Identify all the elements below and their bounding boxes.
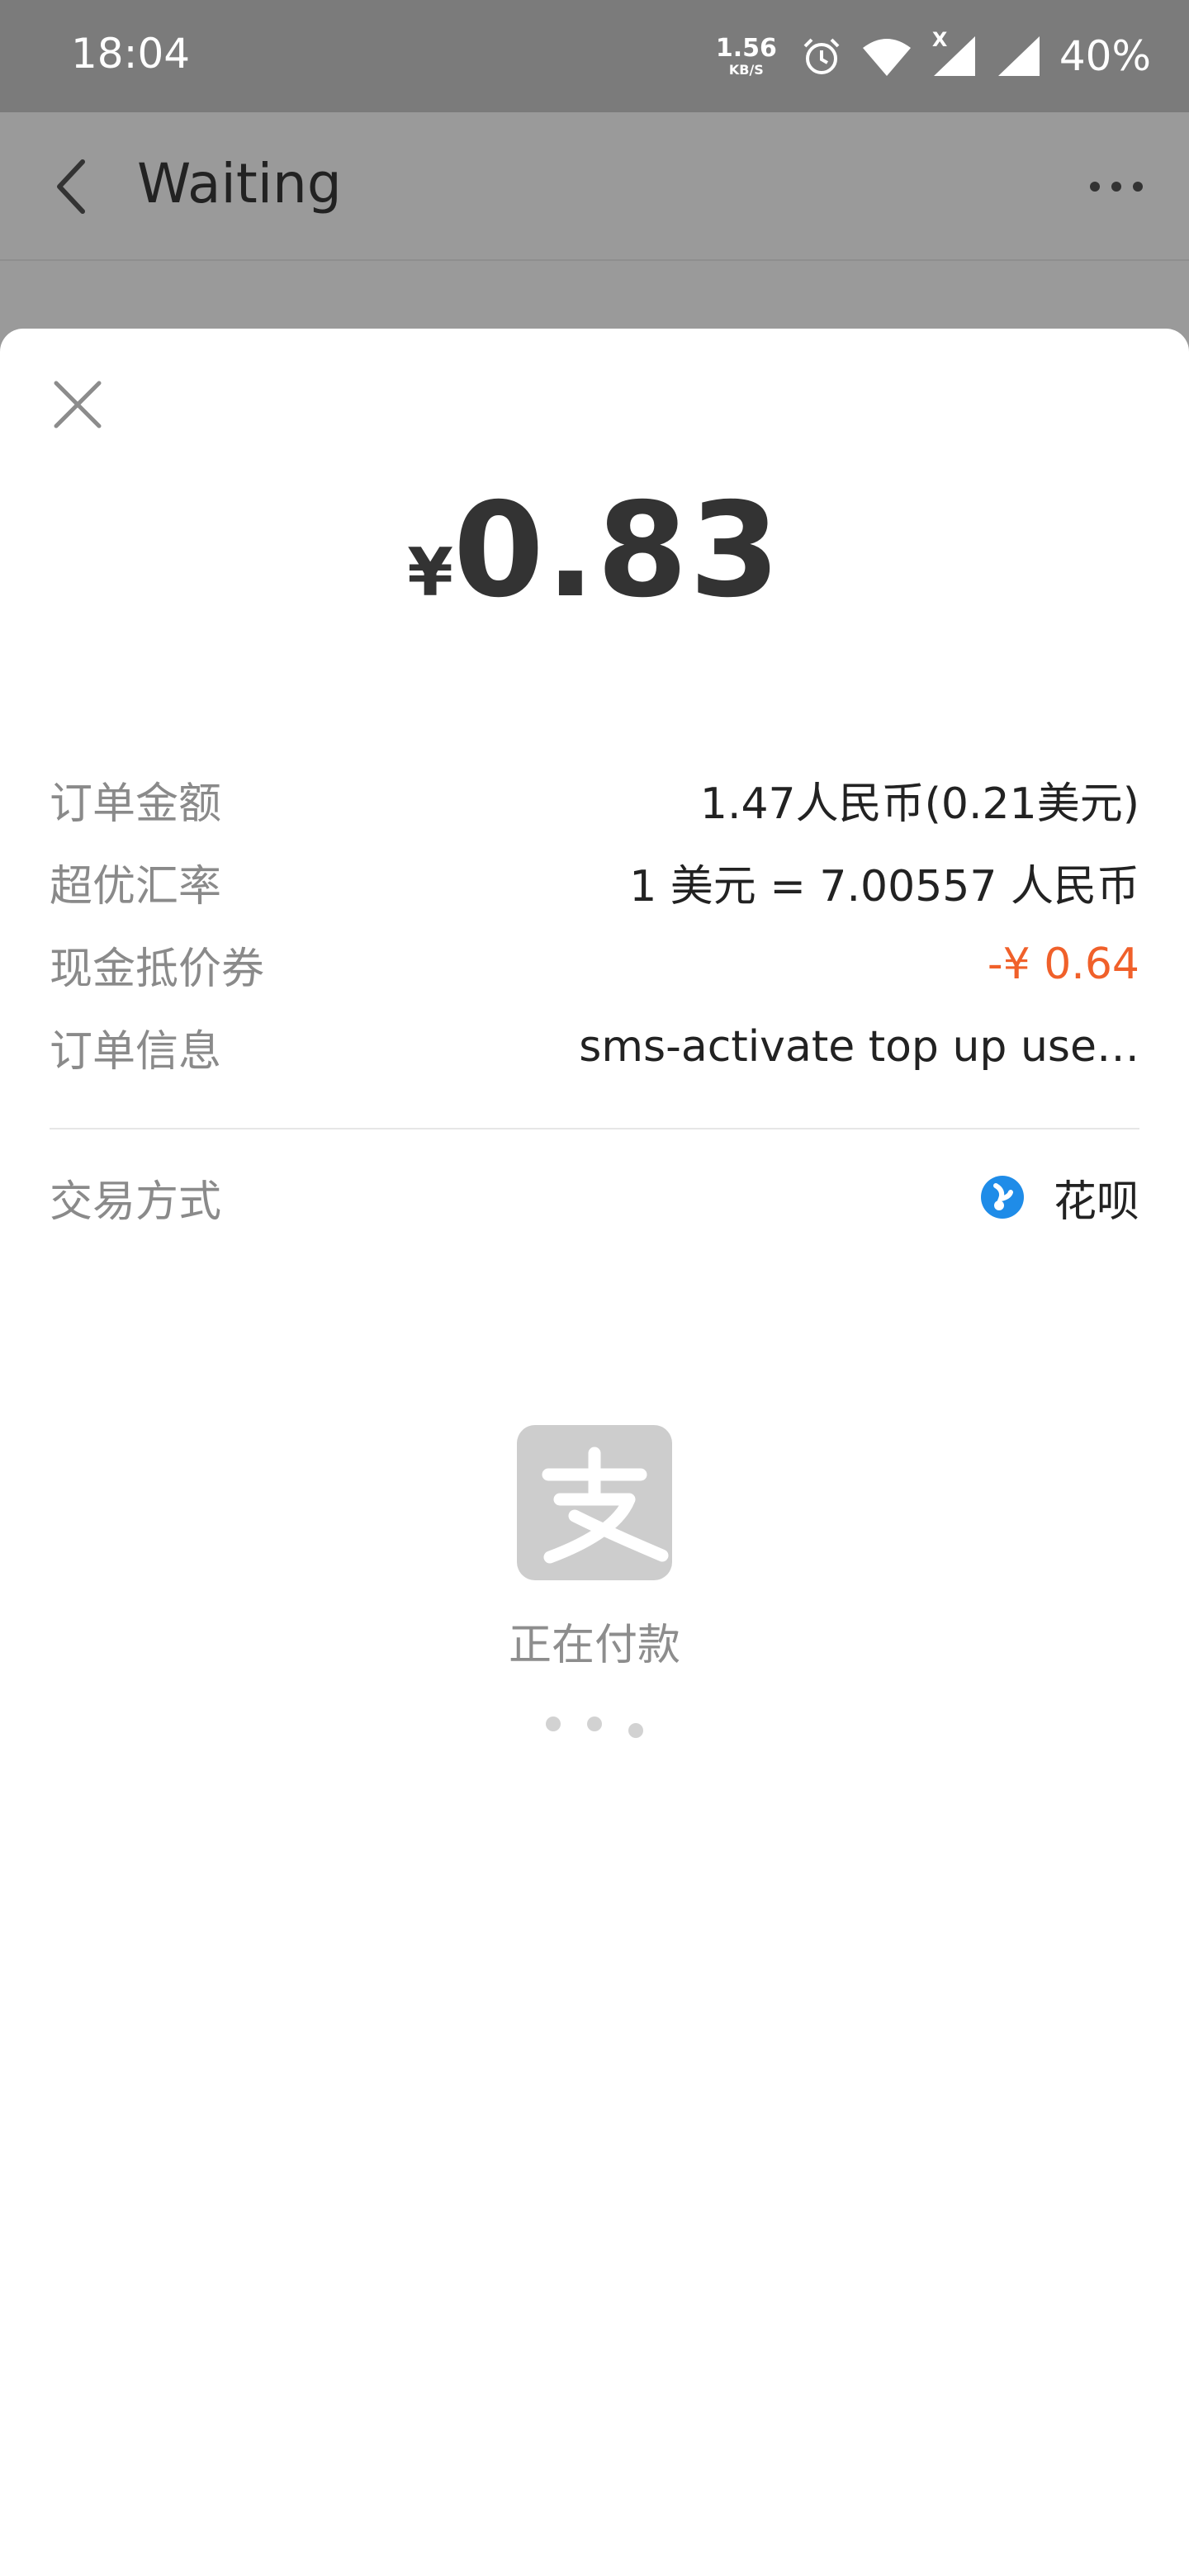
status-icons: 1.56 KB/S X 40% (716, 25, 1151, 88)
divider (50, 1128, 1139, 1129)
detail-label: 超优汇率 (50, 861, 222, 912)
signal-icon (997, 36, 1040, 76)
loading-dots-icon (546, 1717, 643, 1738)
detail-label: 订单金额 (50, 779, 222, 829)
app-bar: Waiting (0, 112, 1189, 261)
no-service-badge: X (931, 28, 948, 51)
detail-value: 1 美元 = 7.00557 人民币 (629, 861, 1139, 912)
currency-symbol: ¥ (407, 534, 453, 611)
payment-method-value: 花呗 (979, 1167, 1139, 1229)
more-icon[interactable] (1087, 170, 1146, 203)
battery-percent: 40% (1059, 32, 1151, 80)
cellular-signal-x: X (931, 28, 977, 78)
payment-method-label: 交易方式 (50, 1177, 222, 1227)
payment-amount: ¥0.83 (0, 485, 1189, 616)
alarm-icon (803, 38, 840, 74)
discount-value: -¥ 0.64 (987, 940, 1139, 989)
amount-value: 0.83 (452, 475, 782, 627)
detail-value: sms-activate top up use… (579, 1022, 1139, 1072)
huabei-icon (980, 1176, 1024, 1219)
chevron-left-icon[interactable] (46, 155, 96, 218)
detail-label: 现金抵价券 (50, 944, 265, 994)
network-speed-value: 1.56 (715, 33, 777, 63)
status-bar: 18:04 1.56 KB/S X 40% (0, 0, 1189, 112)
page-title: Waiting (137, 152, 342, 215)
payment-method-name: 花呗 (1053, 1177, 1139, 1227)
status-time: 18:04 (71, 30, 191, 78)
close-icon[interactable] (51, 378, 104, 431)
network-speed: 1.56 KB/S (716, 36, 777, 77)
wifi-icon (862, 39, 911, 76)
detail-row-order-info: 订单信息 sms-activate top up use… (50, 1014, 1139, 1080)
payment-sheet: ¥0.83 订单金额 1.47人民币(0.21美元) 超优汇率 1 美元 = 7… (0, 329, 1189, 2576)
detail-value: 1.47人民币(0.21美元) (699, 779, 1139, 829)
paying-status-text: 正在付款 (508, 1621, 680, 1670)
payment-method-row[interactable]: 交易方式 花呗 (50, 1164, 1139, 1230)
detail-row-coupon: 现金抵价券 -¥ 0.64 (50, 931, 1139, 997)
network-speed-unit: KB/S (728, 61, 764, 78)
detail-label: 订单信息 (50, 1026, 222, 1077)
alipay-logo-icon (517, 1425, 672, 1580)
detail-row-exchange-rate: 超优汇率 1 美元 = 7.00557 人民币 (50, 849, 1139, 915)
detail-row-order-amount: 订单金额 1.47人民币(0.21美元) (50, 766, 1139, 832)
